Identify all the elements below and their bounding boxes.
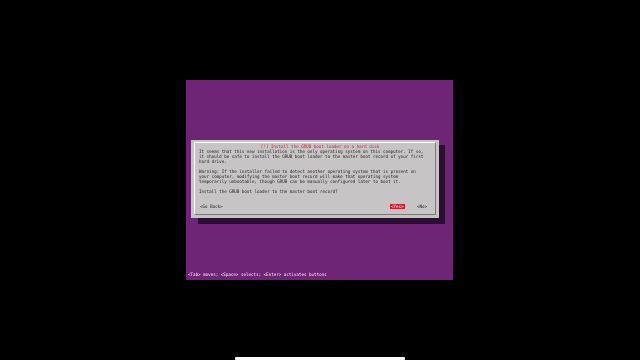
keyboard-help-status-line: <Tab> moves; <Space> selects; <Enter> ac…: [188, 272, 327, 277]
go-back-button[interactable]: <Go Back>: [199, 204, 224, 209]
paragraph1-line2: it should be safe to install the GRUB bo…: [199, 154, 424, 159]
yes-button[interactable]: <Yes>: [390, 204, 405, 209]
grub-install-dialog: [!] Install the GRUB boot loader on a ha…: [191, 140, 439, 218]
paragraph1-line3: hard drive.: [199, 159, 227, 164]
no-button[interactable]: <No>: [416, 204, 428, 209]
dialog-question: Install the GRUB boot loader to the mast…: [199, 189, 338, 194]
paragraph2-line3: temporarily unbootable, though GRUB can …: [199, 179, 401, 184]
